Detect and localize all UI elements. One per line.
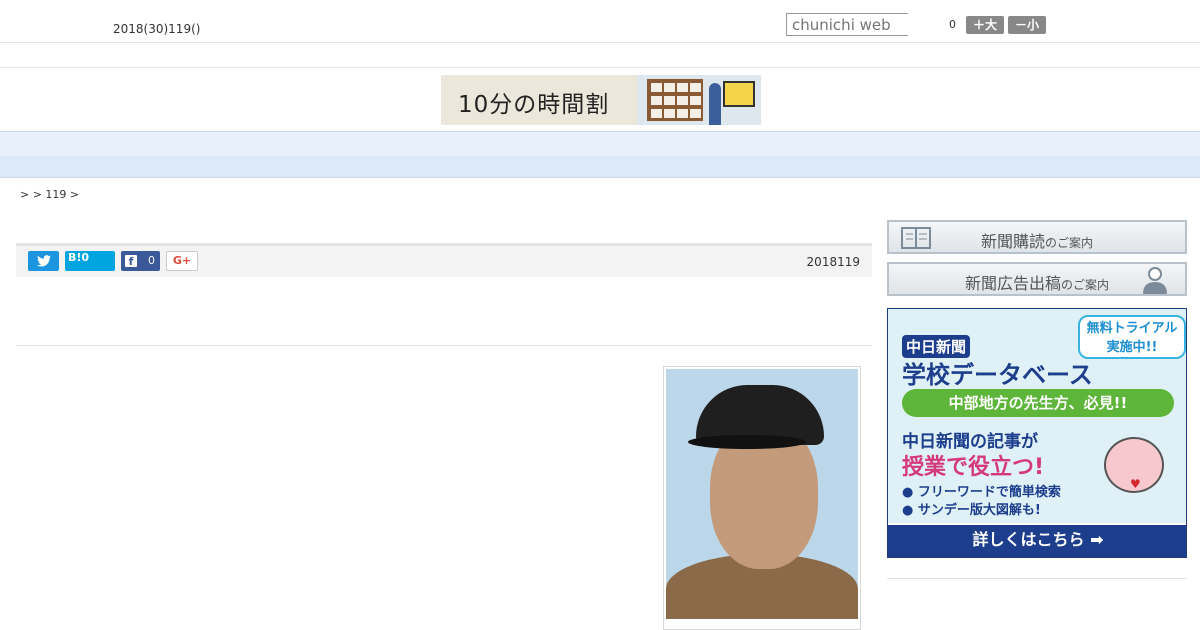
font-size-up-button[interactable]: ＋大: [966, 16, 1004, 34]
ad-details-button[interactable]: 詳しくはこちら ➡: [888, 523, 1186, 557]
ad-trial-badge: 無料トライアル 実施中!!: [1078, 315, 1186, 359]
window-illustration: [647, 79, 703, 121]
promo-banner[interactable]: 10分の時間割: [441, 75, 761, 125]
facebook-count: 0: [148, 254, 155, 267]
ad-headline-2: 授業で役立つ!: [902, 455, 1045, 480]
promo-banner-text: 10分の時間割: [458, 92, 610, 118]
pig-mascot-icon: ♥: [1104, 437, 1164, 493]
article-photo: [666, 369, 858, 619]
sub-header-bar: [0, 43, 1200, 68]
ad-bullet-1: ● フリーワードで簡単検索: [902, 485, 1061, 500]
twitter-share-button[interactable]: [28, 251, 59, 271]
ad-bullet-2: ● サンデー版大図解も!: [902, 503, 1041, 518]
article-photo-frame: [663, 366, 861, 630]
newspaper-advertising-button[interactable]: 新聞広告出稿のご案内: [887, 262, 1187, 296]
screen-illustration: [723, 81, 755, 107]
hatena-label: B!: [68, 251, 82, 264]
share-bar: B!0 f 0 G+ 2018119: [16, 243, 872, 277]
facebook-icon: f: [125, 255, 137, 268]
hatena-count: 0: [81, 251, 90, 264]
sub-nav-bar: [0, 156, 1200, 178]
person-illustration: [709, 83, 721, 125]
font-size-down-button[interactable]: －小: [1008, 16, 1046, 34]
article-divider: [16, 345, 872, 346]
sidebar-divider: [887, 578, 1187, 579]
google-plus-share-button[interactable]: G+: [166, 251, 198, 271]
breadcrumb[interactable]: > > 119 >: [20, 188, 79, 201]
article-date: 2018119: [806, 255, 860, 269]
school-database-ad[interactable]: 中日新聞 学校データベース 無料トライアル 実施中!! 中部地方の先生方、必見!…: [887, 308, 1187, 558]
search-input[interactable]: [786, 13, 908, 36]
current-date: 2018(30)119(): [113, 22, 201, 36]
count-value: 0: [949, 18, 956, 31]
subscription-label: 新聞購読のご案内: [980, 232, 1094, 251]
person-icon: [1143, 267, 1167, 294]
hatena-bookmark-button[interactable]: B!0: [65, 251, 115, 271]
ad-brand-large: 学校データベース: [902, 361, 1093, 389]
ad-teachers-pill: 中部地方の先生方、必見!!: [902, 389, 1174, 417]
main-nav: [0, 131, 1200, 156]
facebook-share-button[interactable]: f 0: [121, 251, 160, 271]
newspaper-subscription-button[interactable]: 新聞購読のご案内: [887, 220, 1187, 254]
twitter-icon: [36, 255, 51, 267]
promo-banner-photo: [637, 75, 761, 125]
top-bar: 2018(30)119() 0 ＋大 －小: [0, 0, 1200, 43]
